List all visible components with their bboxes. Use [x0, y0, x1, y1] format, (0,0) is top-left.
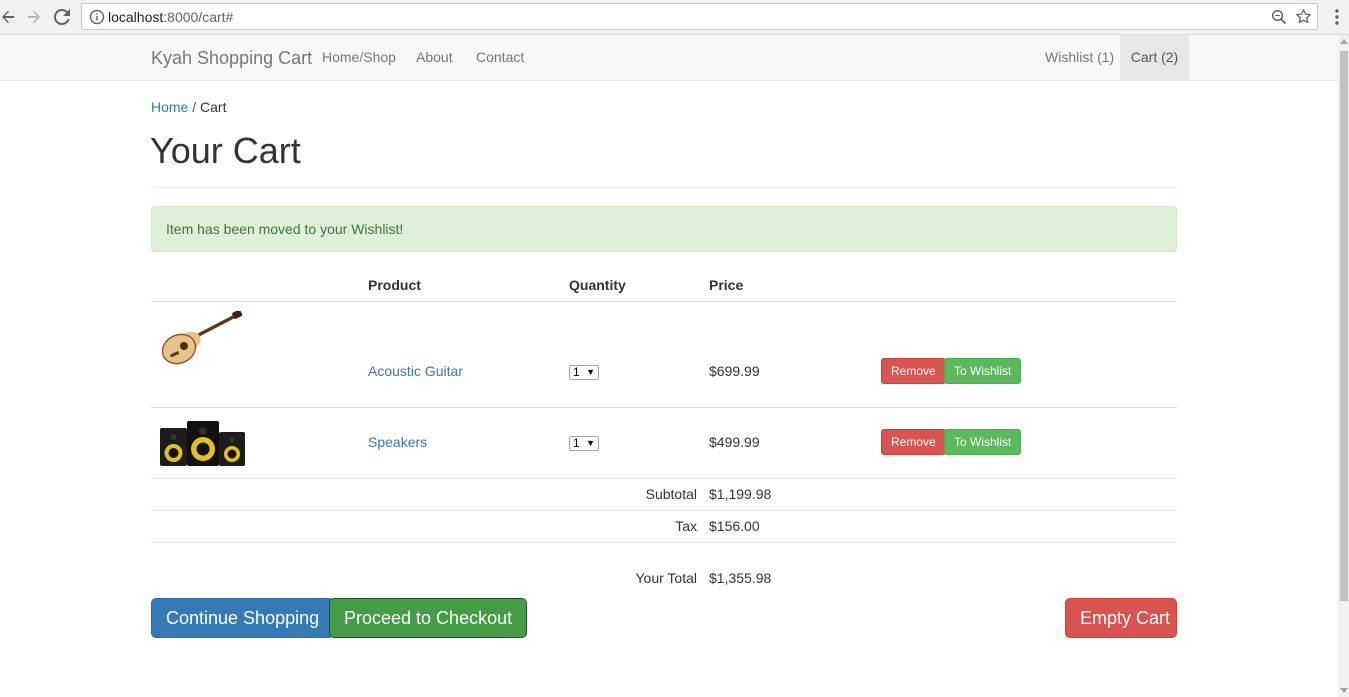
zoom-icon[interactable] — [1271, 9, 1287, 25]
column-header-quantity: Quantity — [569, 277, 626, 293]
url-host: localhost — [108, 9, 164, 25]
acoustic-guitar-image — [161, 311, 243, 365]
proceed-to-checkout-button[interactable]: Proceed to Checkout — [329, 598, 528, 638]
row-divider — [151, 510, 1177, 511]
address-bar[interactable]: localhost:8000/cart# — [81, 3, 1318, 30]
column-header-price: Price — [709, 277, 744, 293]
browser-toolbar: localhost:8000/cart# — [0, 0, 1349, 35]
price-cell: $699.99 — [709, 363, 760, 379]
total-label: Your Total — [635, 570, 698, 586]
row-divider — [151, 478, 1177, 479]
total-value: $1,355.98 — [709, 570, 772, 586]
price-cell: $499.99 — [709, 434, 760, 450]
quantity-value: 1 — [573, 436, 580, 450]
url-text: localhost:8000/cart# — [108, 9, 233, 25]
breadcrumb-separator: / — [192, 99, 197, 115]
to-wishlist-button[interactable]: To Wishlist — [944, 358, 1022, 384]
remove-button[interactable]: Remove — [881, 358, 946, 384]
breadcrumb-home-link[interactable]: Home — [151, 99, 188, 115]
to-wishlist-button[interactable]: To Wishlist — [944, 429, 1022, 455]
product-link-speakers[interactable]: Speakers — [368, 434, 427, 450]
scroll-up-arrow-icon[interactable] — [1340, 39, 1348, 44]
quantity-dropdown[interactable]: 1 ▼ — [569, 435, 599, 451]
remove-button[interactable]: Remove — [881, 429, 946, 455]
nav-link-wishlist[interactable]: Wishlist (1) — [1045, 35, 1114, 80]
product-name[interactable]: Acoustic Guitar — [368, 363, 463, 379]
tax-label: Tax — [675, 518, 697, 534]
subtotal-value: $1,199.98 — [709, 486, 772, 502]
bookmark-star-icon[interactable] — [1295, 8, 1312, 25]
row-divider — [151, 407, 1177, 408]
dropdown-caret-icon: ▼ — [586, 438, 595, 448]
dropdown-caret-icon: ▼ — [586, 367, 595, 377]
navbar: Kyah Shopping Cart Home/Shop About Conta… — [0, 35, 1338, 81]
item-price: $699.99 — [709, 363, 760, 379]
info-icon[interactable] — [89, 9, 105, 25]
page-scrollbar[interactable] — [1338, 35, 1349, 697]
quantity-select[interactable]: 1 ▼ — [569, 363, 599, 380]
breadcrumb-current: Cart — [200, 99, 227, 115]
table-header-divider — [151, 301, 1177, 302]
scrollbar-thumb[interactable] — [1340, 51, 1348, 601]
subtotal-label: Subtotal — [645, 486, 697, 502]
scroll-down-arrow-icon[interactable] — [1340, 688, 1348, 693]
reload-icon[interactable] — [50, 5, 74, 29]
speakers-image — [160, 421, 245, 466]
product-link-acoustic-guitar[interactable]: Acoustic Guitar — [368, 363, 463, 379]
navbar-brand[interactable]: Kyah Shopping Cart — [151, 48, 312, 69]
nav-link-contact[interactable]: Contact — [476, 35, 524, 80]
nav-link-about[interactable]: About — [416, 35, 453, 80]
continue-shopping-button[interactable]: Continue Shopping — [151, 598, 335, 638]
breadcrumb: Home / Cart — [151, 99, 226, 115]
back-arrow-icon[interactable] — [0, 5, 20, 29]
quantity-value: 1 — [573, 365, 580, 379]
column-header-product: Product — [368, 277, 421, 293]
empty-cart-button[interactable]: Empty Cart — [1065, 598, 1177, 638]
product-name[interactable]: Speakers — [368, 434, 427, 450]
browser-menu-icon[interactable] — [1329, 7, 1345, 27]
alert-message: Item has been moved to your Wishlist! — [166, 221, 404, 237]
page-viewport: Kyah Shopping Cart Home/Shop About Conta… — [0, 35, 1338, 697]
forward-arrow-icon[interactable] — [22, 5, 46, 29]
row-divider — [151, 542, 1177, 543]
tax-value: $156.00 — [709, 518, 760, 534]
quantity-select[interactable]: 1 ▼ — [569, 434, 599, 451]
page-title: Your Cart — [150, 130, 301, 171]
url-path: :8000/cart# — [163, 9, 234, 25]
item-price: $499.99 — [709, 434, 760, 450]
quantity-dropdown[interactable]: 1 ▼ — [569, 364, 599, 380]
success-alert: Item has been moved to your Wishlist! — [151, 206, 1177, 252]
nav-link-cart[interactable]: Cart (2) — [1120, 35, 1189, 80]
nav-link-home-shop[interactable]: Home/Shop — [322, 35, 396, 80]
title-divider — [151, 187, 1177, 188]
